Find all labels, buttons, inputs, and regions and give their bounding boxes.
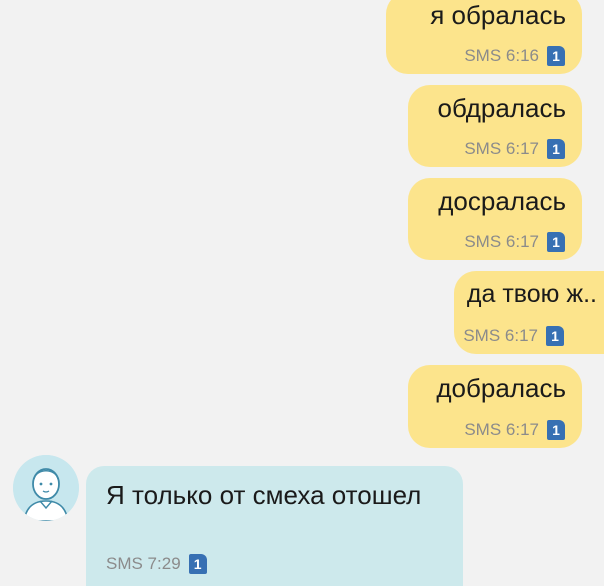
default-person-avatar-icon[interactable] <box>13 455 79 521</box>
message-timestamp: SMS 6:17 <box>464 139 539 158</box>
sim-card-icon: 1 <box>546 326 564 346</box>
message-timestamp: SMS 6:16 <box>464 46 539 65</box>
message-text: да твою ж.. <box>466 280 597 308</box>
outgoing-message-bubble[interactable]: добралась SMS 6:17 1 <box>408 365 582 448</box>
message-text: добралась <box>436 373 566 403</box>
message-timestamp: SMS 6:17 <box>463 326 538 345</box>
message-text: Я только от смеха отошел <box>106 480 422 510</box>
message-meta: SMS 6:17 1 <box>463 326 564 346</box>
message-timestamp: SMS 6:17 <box>464 420 539 439</box>
message-meta: SMS 6:16 1 <box>464 46 565 66</box>
outgoing-message-bubble[interactable]: да твою ж.. SMS 6:17 1 <box>454 271 604 354</box>
message-meta: SMS 6:17 1 <box>464 420 565 440</box>
incoming-message-bubble[interactable]: Я только от смеха отошел SMS 7:29 1 <box>86 466 463 586</box>
message-meta: SMS 6:17 1 <box>464 139 565 159</box>
message-meta: SMS 7:29 1 <box>106 554 207 574</box>
message-text: досралась <box>438 186 566 216</box>
sim-card-icon: 1 <box>547 139 565 159</box>
message-timestamp: SMS 7:29 <box>106 554 181 573</box>
outgoing-message-bubble[interactable]: обдралась SMS 6:17 1 <box>408 85 582 167</box>
sim-card-icon: 1 <box>547 46 565 66</box>
message-timestamp: SMS 6:17 <box>464 232 539 251</box>
outgoing-message-bubble[interactable]: досралась SMS 6:17 1 <box>408 178 582 260</box>
avatar-face-icon <box>13 455 79 521</box>
outgoing-message-bubble[interactable]: я обралась SMS 6:16 1 <box>386 0 582 74</box>
sim-card-icon: 1 <box>547 420 565 440</box>
message-text: обдралась <box>437 93 566 123</box>
message-meta: SMS 6:17 1 <box>464 232 565 252</box>
sim-card-icon: 1 <box>547 232 565 252</box>
message-text: я обралась <box>430 0 566 30</box>
sim-card-icon: 1 <box>188 554 207 574</box>
